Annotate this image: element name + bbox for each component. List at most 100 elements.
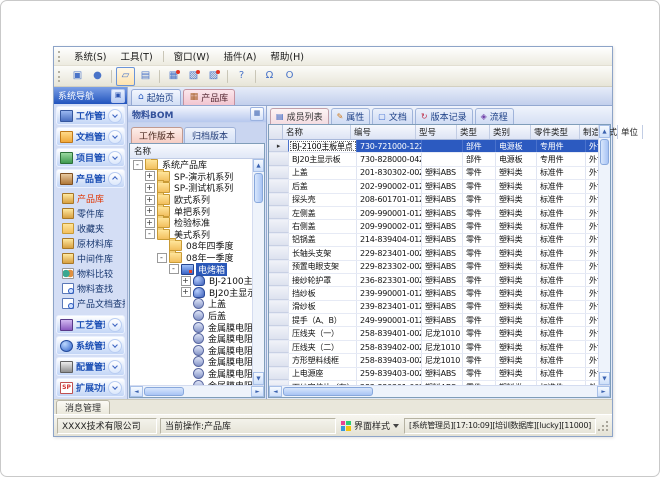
table-row[interactable]: 提手（A、B） 249-990001-01Z 塑料ABS 零件 塑料类 标准件 … [269,314,598,327]
tree-horizontal-scrollbar[interactable]: ◄ ► [130,385,264,397]
scroll-down-icon[interactable]: ▼ [599,372,610,385]
toolbar-separator[interactable] [111,70,112,83]
bom-menu-button[interactable]: ▦ [250,107,264,121]
tree-expander[interactable] [157,253,167,263]
tree-expander[interactable] [145,183,155,193]
row-selector-cell[interactable] [269,220,289,232]
tree-node[interactable]: 金属膜电阻器 [130,368,252,380]
sidebar-section-products[interactable]: 产品管理 [56,169,125,188]
tree-node[interactable]: 欧式系列 [130,194,252,206]
row-selector-cell[interactable] [269,341,289,353]
tree-expander[interactable] [145,218,155,228]
tab-working-version[interactable]: 工作版本 [131,127,183,143]
sidebar-section-projects[interactable]: 项目管理 [56,148,125,167]
scroll-left-icon[interactable]: ◄ [130,386,143,397]
scrollbar-thumb[interactable] [600,139,609,165]
sidebar-item-product-library[interactable]: 产品库 [59,191,125,206]
resize-grip[interactable] [599,420,609,432]
row-selector-cell[interactable] [269,368,289,380]
drag-handle[interactable] [58,71,63,82]
row-selector-cell[interactable] [269,167,289,179]
tree-expander[interactable] [145,229,155,239]
tab-member-list[interactable]: ▤ 成员列表 [270,108,329,124]
toolbar-separator[interactable] [227,70,228,83]
help-icon[interactable]: ? [232,67,251,86]
sidebar-menu-button[interactable]: ▣ [111,89,125,103]
table-row[interactable]: 后盖 202-990002-01Z 塑料ABS 零件 塑料类 标准件 外协 条 [269,180,598,193]
sidebar-section-work[interactable]: 工作管理 [56,106,125,125]
table-row[interactable]: BJ-2100主板单点 730-721000-12Z 部件 电源板 专用件 外协… [269,140,598,153]
tree-node[interactable]: 系统产品库 [130,159,252,171]
window-new-icon[interactable]: ▦ [164,67,183,86]
column-header[interactable]: 编号 [351,125,416,139]
scroll-right-icon[interactable]: ► [251,386,264,397]
scroll-down-icon[interactable]: ▼ [253,372,264,385]
sidebar-section-system[interactable]: 系统管理 [56,336,125,355]
drag-handle[interactable] [58,51,63,62]
tree-node[interactable]: 电烤箱 [130,263,252,275]
table-row[interactable]: 长轴头支架 229-823401-00Z 塑料ABS 零件 塑料类 标准件 外协… [269,247,598,260]
row-selector-cell[interactable] [269,354,289,366]
message-manager-tab[interactable]: 消息管理 [56,400,110,414]
tree-expander[interactable] [133,160,143,170]
toolbar-separator[interactable] [255,70,256,83]
column-header[interactable]: 单位 [618,125,643,139]
tree-node[interactable]: 金属膜电阻器 [130,333,252,345]
scrollbar-thumb[interactable] [283,387,373,396]
row-selector-cell[interactable] [269,274,289,286]
folder-open-icon[interactable]: ▱ [116,67,135,86]
tree-node[interactable]: SP-测试机系列 [130,182,252,194]
menu-window[interactable]: 窗口(W) [167,47,217,65]
chevron-down-icon[interactable] [108,130,122,144]
table-row[interactable]: 右侧盖 209-990002-01Z 塑料ABS 零件 塑料类 标准件 外协 条 [269,220,598,233]
chevron-down-icon[interactable] [108,381,122,395]
sidebar-section-documents[interactable]: 文档管理 [56,127,125,146]
row-selector-cell[interactable] [269,194,289,206]
sidebar-item-material-search[interactable]: 物料查找 [59,281,125,296]
grid-horizontal-scrollbar[interactable]: ◄ ► [269,385,610,397]
sidebar-section-configuration[interactable]: 配置管理 [56,357,125,376]
sidebar-section-extensions[interactable]: SP 扩展功能 [56,378,125,397]
tab-version-history[interactable]: ↻ 版本记录 [415,108,473,124]
scroll-up-icon[interactable]: ▲ [599,125,610,138]
table-row[interactable]: 接纱轮护罩 236-823301-00Z 塑料ABS 零件 塑料类 标准件 外协… [269,274,598,287]
window-refresh-icon[interactable]: ▧ [184,67,203,86]
row-selector-cell[interactable] [269,301,289,313]
table-row[interactable]: 挡纱板 239-990001-01Z 塑料ABS 零件 塑料类 标准件 外协 条 [269,287,598,300]
menu-tools[interactable]: 工具(T) [113,47,159,65]
tree-node[interactable]: 上盖 [130,298,252,310]
chevron-down-icon[interactable] [108,109,122,123]
sidebar-item-parts-library[interactable]: 零件库 [59,206,125,221]
scrollbar-thumb[interactable] [144,387,184,396]
monitor-icon[interactable]: ▣ [68,67,87,86]
tree-node[interactable]: 08年四季度 [130,240,252,252]
tree-column-header[interactable]: 名称 [130,144,264,159]
tree-node[interactable]: 金属膜电阻器 [130,345,252,357]
menu-plugins[interactable]: 插件(A) [216,47,263,65]
row-selector-cell[interactable] [269,207,289,219]
table-row[interactable]: 上盖 201-830302-00Z 塑料ABS 零件 塑料类 标准件 外协 条 [269,167,598,180]
tree-expander[interactable] [181,287,191,297]
tree-node[interactable]: 检验标准 [130,217,252,229]
table-row[interactable]: 压线夹（一） 258-839401-00Z 尼龙1010 零件 塑料类 标准件 … [269,327,598,340]
tree-node[interactable]: 单把系列 [130,205,252,217]
grid-vertical-scrollbar[interactable]: ▲ ▼ [598,125,610,385]
lock-icon[interactable]: Ω [260,67,279,86]
chevron-down-icon[interactable] [108,318,122,332]
chevron-down-icon[interactable] [108,172,122,186]
tree-node[interactable]: 金属膜电阻器 [130,356,252,368]
row-selector-cell[interactable] [269,180,289,192]
tree-node[interactable]: 08年一季度 [130,252,252,264]
globe-icon[interactable]: ● [88,67,107,86]
table-row[interactable]: 压线夹（二） 258-839402-00Z 尼龙1010 零件 塑料类 标准件 … [269,341,598,354]
tree-expander[interactable] [145,206,155,216]
table-row[interactable]: 左侧盖 209-990001-01Z 塑料ABS 零件 塑料类 标准件 外协 条 [269,207,598,220]
row-selector-cell[interactable] [269,234,289,246]
tree-node[interactable]: 美式系列 [130,229,252,241]
ui-style-dropdown[interactable]: 界面样式 [339,419,401,432]
tab-properties[interactable]: ✎ 属性 [331,108,371,124]
column-header[interactable]: 名称 [283,125,351,139]
tree-node[interactable]: SP-演示机系列 [130,171,252,183]
tab-product-library[interactable]: ▦ 产品库 [183,89,236,105]
tree-node[interactable]: 金属膜电阻器 [130,321,252,333]
